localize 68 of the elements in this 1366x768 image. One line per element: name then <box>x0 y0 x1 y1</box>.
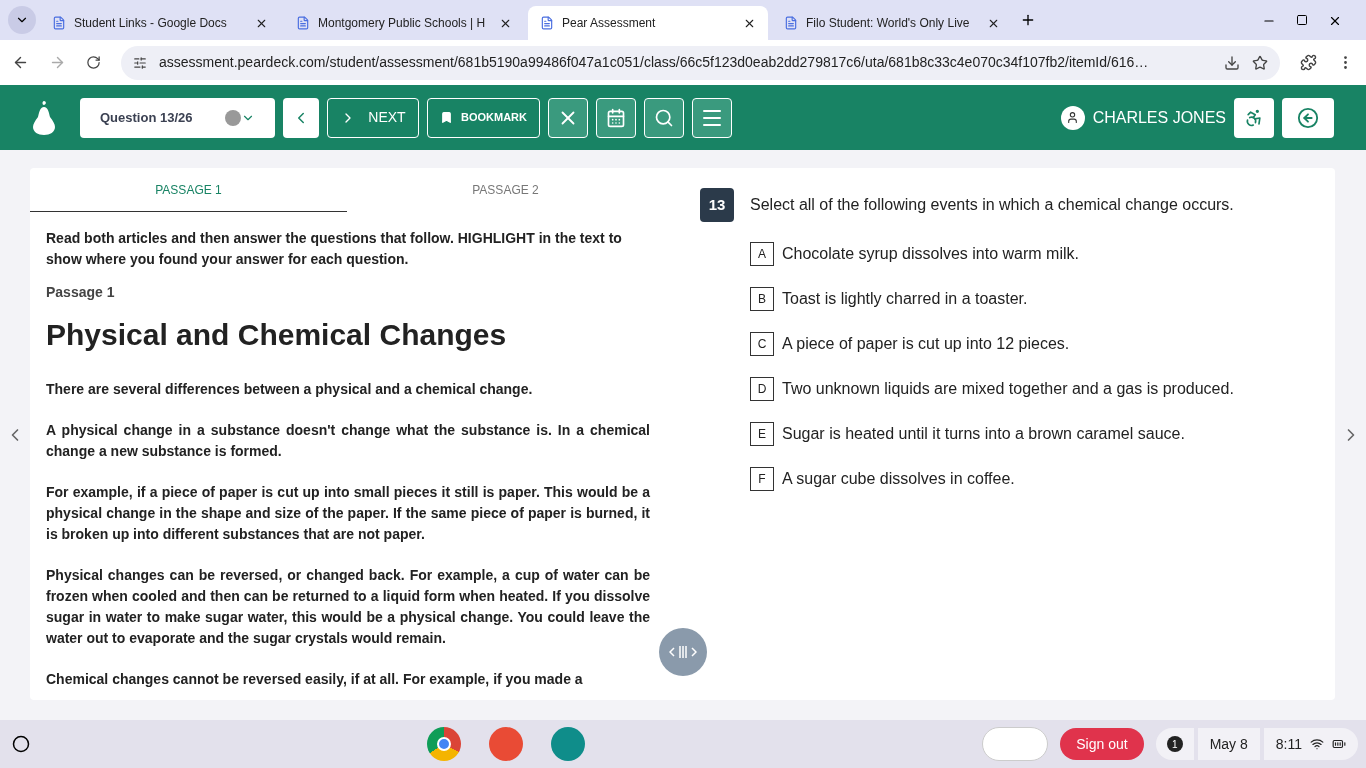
browser-tab[interactable]: Filo Student: World's Only Live <box>772 6 1012 40</box>
page-icon <box>784 16 798 30</box>
sign-out-button[interactable]: Sign out <box>1060 728 1144 760</box>
passage-tab[interactable]: PASSAGE 2 <box>347 168 664 212</box>
passage-title: Physical and Chemical Changes <box>46 317 508 353</box>
reload-icon[interactable] <box>86 55 101 70</box>
question-prompt: Select all of the following events in which a chemical change occurs. <box>750 195 1234 215</box>
restore-icon[interactable] <box>1296 14 1308 26</box>
browser-tab[interactable]: Montgomery Public Schools | H <box>284 6 524 40</box>
answer-option[interactable]: F A sugar cube dissolves in coffee. <box>750 467 1335 491</box>
user-name: CHARLES JONES <box>1092 107 1226 128</box>
bookmark-icon <box>440 111 453 124</box>
answer-option[interactable]: B Toast is lightly charred in a toaster. <box>750 287 1335 311</box>
previous-button[interactable] <box>283 97 319 138</box>
passage-paragraph: For example, if a piece of paper is cut up into small pieces it still is paper. This would be a physical change in the shape and size of the paper. If the same piece of paper is burned, it is broken up into different substances that are not paper. <box>46 483 650 544</box>
accessibility-button[interactable] <box>1234 97 1274 138</box>
answer-option[interactable]: D Two unknown liquids are mixed together and a gas is produced. <box>750 377 1335 401</box>
date-button[interactable]: May 8 <box>1197 728 1260 760</box>
magnifier-button[interactable] <box>644 97 684 138</box>
accessibility-icon <box>1244 107 1264 128</box>
user-icon <box>1060 105 1085 130</box>
back-icon[interactable] <box>12 54 29 71</box>
resize-grip-icon <box>669 644 697 660</box>
browser-tab[interactable]: Student Links - Google Docs <box>40 6 280 40</box>
site-settings-icon[interactable] <box>133 55 147 70</box>
new-tab-icon[interactable] <box>1020 12 1036 28</box>
passage-paragraph: Physical changes can be reversed, or changed back. For example, a cup of water can be frozen when cooled and then can be returned to a liquid form when heated. If you dissolve sugar in water to make sugar water, this would be a physical change. You could leave the water out to evaporate and the sugar crystals would remain. <box>46 566 650 648</box>
launcher-icon[interactable] <box>12 735 30 753</box>
passage-tab[interactable]: PASSAGE 1 <box>30 168 347 212</box>
tab-title: Student Links - Google Docs <box>74 15 228 32</box>
page-icon <box>540 16 554 30</box>
eliminator-button[interactable] <box>548 97 588 138</box>
question-dropdown[interactable]: Question 13/26 <box>80 97 275 138</box>
passage-paragraph: Chemical changes cannot be reversed easily, if at all. For example, if you made a <box>46 670 584 689</box>
tab-title: Filo Student: World's Only Live <box>806 15 971 32</box>
question-number: 13 <box>700 188 734 222</box>
clock-text: 8:11 <box>1275 734 1302 754</box>
url-text: assessment.peardeck.com/student/assessment/681b5190a99486f047a1c051/class/66c5f123d0eab2dd279817c6/uta/681b8c33c4e070c34f107fb2/itemId/616… <box>159 53 1150 72</box>
answer-option[interactable]: E Sugar is heated until it turns into a brown caramel sauce. <box>750 422 1335 446</box>
install-icon[interactable] <box>1224 54 1240 71</box>
status-area[interactable]: 8:11 <box>1263 728 1358 760</box>
passage-label: Passage 1 <box>46 283 116 302</box>
bookmark-button[interactable]: BOOKMARK <box>427 97 540 138</box>
close-icon[interactable] <box>1328 14 1342 28</box>
passage-paragraph: There are several differences between a physical and a chemical change. <box>46 380 534 399</box>
answer-option[interactable]: C A piece of paper is cut up into 12 pieces. <box>750 332 1335 356</box>
wifi-icon <box>1310 737 1324 751</box>
resize-handle[interactable] <box>659 628 707 676</box>
pear-logo-icon <box>32 100 56 135</box>
exit-button[interactable] <box>1282 97 1334 138</box>
next-button[interactable]: NEXT <box>327 97 419 138</box>
extensions-icon[interactable] <box>1300 54 1317 71</box>
page-icon <box>52 16 66 30</box>
answer-option[interactable]: A Chocolate syrup dissolves into warm milk. <box>750 242 1335 266</box>
notepad-button[interactable] <box>596 97 636 138</box>
passage-paragraph: A physical change in a substance doesn't change what the substance is. In a chemical change a new substance is formed. <box>46 421 650 461</box>
address-bar[interactable]: assessment.peardeck.com/student/assessment/681b5190a99486f047a1c051/class/66c5f123d0eab2dd279817c6/uta/681b8c33c4e070c34f107fb2/itemId/616… <box>121 45 1280 80</box>
browser-tab[interactable]: Pear Assessment <box>528 6 768 40</box>
instructions-text: Read both articles and then answer the questions that follow. HIGHLIGHT in the text to show where you found your answer for each question. <box>46 229 623 269</box>
tab-title: Montgomery Public Schools | H <box>318 15 487 32</box>
battery-icon <box>1332 737 1346 751</box>
notification-area[interactable]: 1 <box>1155 728 1194 760</box>
search-icon <box>654 107 674 128</box>
page-icon <box>296 16 310 30</box>
tab-title: Pear Assessment <box>562 15 657 32</box>
bookmark-star-icon[interactable] <box>1252 54 1268 71</box>
menu-button[interactable] <box>692 97 732 138</box>
chrome-icon[interactable] <box>427 727 462 761</box>
